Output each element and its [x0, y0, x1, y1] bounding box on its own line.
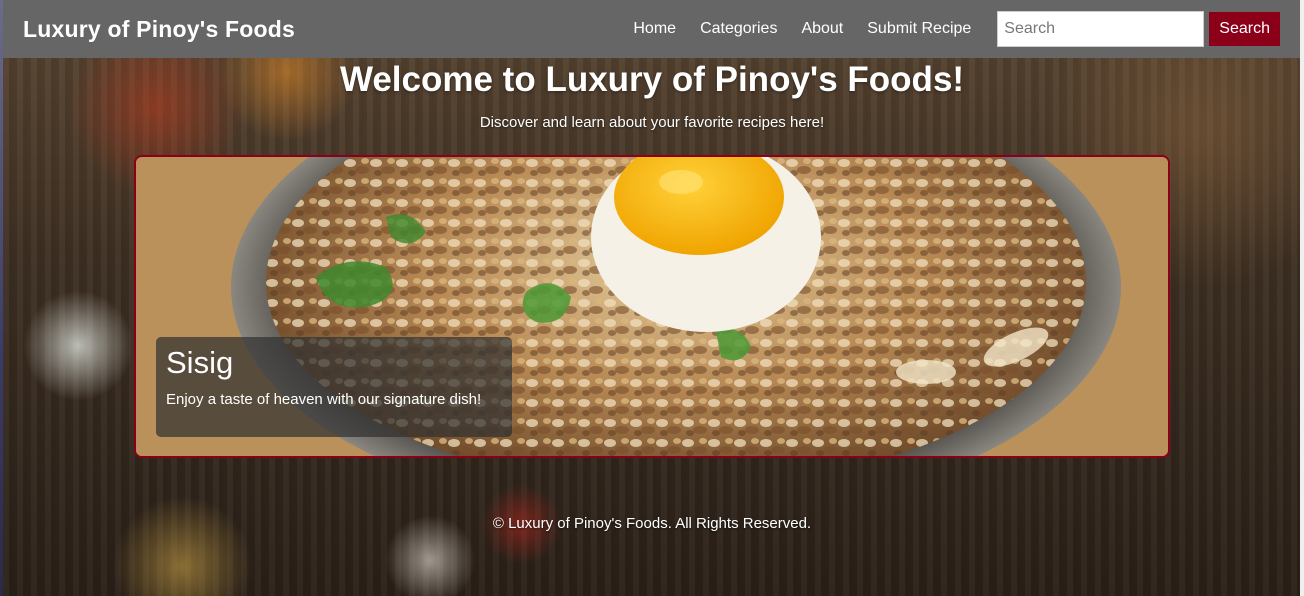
footer: © Luxury of Pinoy's Foods. All Rights Re…	[492, 515, 812, 532]
featured-dish-description: Enjoy a taste of heaven with our signatu…	[166, 391, 482, 408]
search-input[interactable]	[997, 11, 1205, 47]
nav-link-submit-recipe[interactable]: Submit Recipe	[867, 20, 971, 38]
featured-dish-title: Sisig	[166, 345, 234, 380]
featured-caption: Sisig Enjoy a taste of heaven with our s…	[156, 337, 512, 437]
window-edge-right	[1300, 0, 1304, 596]
nav-link-categories[interactable]: Categories	[700, 20, 777, 38]
navbar: Luxury of Pinoy's Foods Home Categories …	[3, 0, 1300, 58]
site-brand[interactable]: Luxury of Pinoy's Foods	[23, 16, 295, 43]
nav-link-home[interactable]: Home	[633, 20, 676, 38]
hero-title: Welcome to Luxury of Pinoy's Foods!	[339, 60, 965, 99]
search-form: Search	[997, 11, 1280, 47]
search-button[interactable]: Search	[1209, 12, 1280, 46]
page: Luxury of Pinoy's Foods Home Categories …	[0, 0, 1304, 596]
featured-dish-card[interactable]: Sisig Enjoy a taste of heaven with our s…	[134, 155, 1170, 458]
hero-subtitle: Discover and learn about your favorite r…	[479, 114, 825, 131]
nav-links: Home Categories About Submit Recipe	[609, 20, 971, 38]
nav-link-about[interactable]: About	[801, 20, 843, 38]
